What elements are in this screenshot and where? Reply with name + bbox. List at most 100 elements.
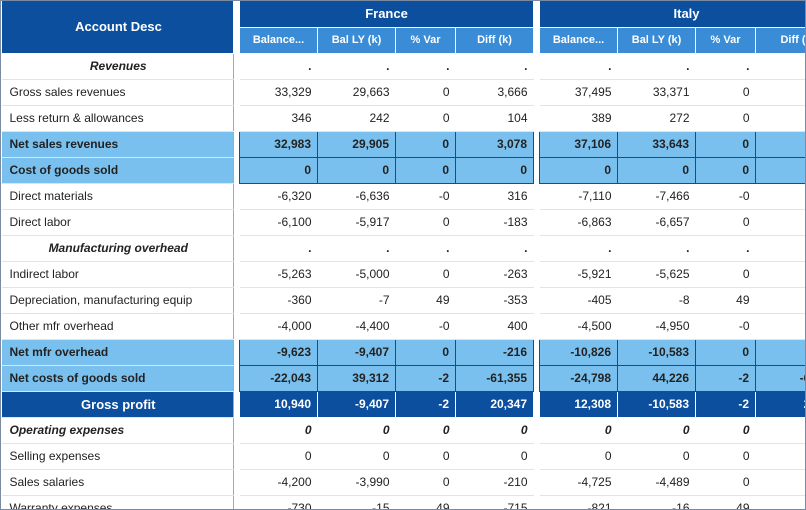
cell-value[interactable]: -0 — [396, 313, 456, 339]
col-diff[interactable]: Diff (k) — [456, 27, 534, 53]
cell-value[interactable]: -405 — [540, 287, 618, 313]
cell-value[interactable]: -0 — [696, 313, 756, 339]
cell-value[interactable]: 0 — [696, 443, 756, 469]
cell-value[interactable]: -2 — [756, 339, 806, 365]
cell-value[interactable]: -6,863 — [540, 209, 618, 235]
cell-value[interactable]: 22,8 — [756, 391, 806, 417]
header-country-france[interactable]: France — [240, 1, 534, 27]
cell-value[interactable]: -5,263 — [240, 261, 318, 287]
cell-value[interactable]: 3,078 — [456, 131, 534, 157]
account-label[interactable]: Gross profit — [2, 391, 234, 417]
cell-value[interactable]: . — [756, 235, 806, 261]
cell-value[interactable]: 0 — [318, 443, 396, 469]
cell-value[interactable]: 0 — [240, 443, 318, 469]
cell-value[interactable]: 0 — [396, 261, 456, 287]
cell-value[interactable]: -4,950 — [618, 313, 696, 339]
cell-value[interactable]: 0 — [696, 339, 756, 365]
cell-value[interactable]: 3,4 — [756, 131, 806, 157]
cell-value[interactable]: -821 — [540, 495, 618, 510]
cell-value[interactable]: 33,329 — [240, 79, 318, 105]
cell-value[interactable]: -183 — [456, 209, 534, 235]
cell-value[interactable]: 0 — [318, 417, 396, 443]
cell-value[interactable]: -4,500 — [540, 313, 618, 339]
cell-value[interactable]: -4,489 — [618, 469, 696, 495]
account-label[interactable]: Direct materials — [2, 183, 234, 209]
cell-value[interactable]: 0 — [318, 157, 396, 183]
cell-value[interactable]: 0 — [696, 209, 756, 235]
cell-value[interactable]: . — [240, 235, 318, 261]
cell-value[interactable]: -61,355 — [456, 365, 534, 391]
cell-value[interactable]: -7,110 — [540, 183, 618, 209]
cell-value[interactable]: 49 — [696, 287, 756, 313]
cell-value[interactable]: . — [696, 235, 756, 261]
cell-value[interactable]: 242 — [318, 105, 396, 131]
cell-value[interactable]: -5,917 — [318, 209, 396, 235]
cell-value[interactable]: . — [540, 235, 618, 261]
cell-value[interactable]: -6,320 — [240, 183, 318, 209]
cell-value[interactable]: 0 — [396, 131, 456, 157]
cell-value[interactable]: -69,0 — [756, 365, 806, 391]
cell-value[interactable]: 0 — [396, 157, 456, 183]
cell-value[interactable]: . — [618, 53, 696, 79]
cell-value[interactable]: -4,725 — [540, 469, 618, 495]
cell-value[interactable]: 0 — [396, 443, 456, 469]
cell-value[interactable]: -2 — [756, 209, 806, 235]
cell-value[interactable]: 33,371 — [618, 79, 696, 105]
account-label[interactable]: Net sales revenues — [2, 131, 234, 157]
cell-value[interactable]: 0 — [396, 417, 456, 443]
cell-value[interactable]: -0 — [696, 183, 756, 209]
cell-value[interactable]: 49 — [696, 495, 756, 510]
cell-value[interactable]: -6,636 — [318, 183, 396, 209]
cell-value[interactable]: 0 — [696, 105, 756, 131]
cell-value[interactable]: 10,940 — [240, 391, 318, 417]
cell-value[interactable]: -16 — [618, 495, 696, 510]
account-label[interactable]: Direct labor — [2, 209, 234, 235]
cell-value[interactable]: . — [396, 53, 456, 79]
account-label[interactable]: Cost of goods sold — [2, 157, 234, 183]
col-bal-ly[interactable]: Bal LY (k) — [318, 27, 396, 53]
cell-value[interactable]: -10,826 — [540, 339, 618, 365]
cell-value[interactable]: -730 — [240, 495, 318, 510]
cell-value[interactable]: -4,400 — [318, 313, 396, 339]
col-bal-ly[interactable]: Bal LY (k) — [618, 27, 696, 53]
cell-value[interactable]: -5,921 — [540, 261, 618, 287]
col-diff[interactable]: Diff (l — [756, 27, 806, 53]
col-balance[interactable]: Balance... — [540, 27, 618, 53]
cell-value[interactable]: -22,043 — [240, 365, 318, 391]
cell-value[interactable]: -8 — [756, 495, 806, 510]
cell-value[interactable]: 12,308 — [540, 391, 618, 417]
account-label[interactable]: Indirect labor — [2, 261, 234, 287]
cell-value[interactable]: 0 — [696, 469, 756, 495]
cell-value[interactable]: -210 — [456, 469, 534, 495]
cell-value[interactable]: -15 — [318, 495, 396, 510]
cell-value[interactable]: -4,000 — [240, 313, 318, 339]
cell-value[interactable]: -9,407 — [318, 391, 396, 417]
cell-value[interactable]: -2 — [756, 469, 806, 495]
cell-value[interactable]: . — [456, 235, 534, 261]
cell-value[interactable]: -7 — [318, 287, 396, 313]
cell-value[interactable]: -7,466 — [618, 183, 696, 209]
cell-value[interactable]: 3 — [756, 183, 806, 209]
cell-value[interactable]: . — [318, 235, 396, 261]
cell-value[interactable] — [756, 443, 806, 469]
cell-value[interactable]: 0 — [618, 443, 696, 469]
cell-value[interactable]: 49 — [396, 495, 456, 510]
cell-value[interactable]: 0 — [696, 131, 756, 157]
cell-value[interactable]: -4,200 — [240, 469, 318, 495]
cell-value[interactable]: 0 — [696, 417, 756, 443]
cell-value[interactable]: -2 — [696, 391, 756, 417]
cell-value[interactable]: 346 — [240, 105, 318, 131]
account-label[interactable]: Warranty expenses — [2, 495, 234, 510]
cell-value[interactable]: -9,623 — [240, 339, 318, 365]
cell-value[interactable]: . — [618, 235, 696, 261]
cell-value[interactable]: 0 — [540, 417, 618, 443]
cell-value[interactable]: . — [456, 53, 534, 79]
cell-value[interactable]: -5,000 — [318, 261, 396, 287]
cell-value[interactable]: -3 — [756, 287, 806, 313]
cell-value[interactable]: -24,798 — [540, 365, 618, 391]
cell-value[interactable]: 316 — [456, 183, 534, 209]
cell-value[interactable]: -2 — [696, 365, 756, 391]
cell-value[interactable]: -8 — [618, 287, 696, 313]
account-label[interactable]: Net mfr overhead — [2, 339, 234, 365]
cell-value[interactable]: 0 — [396, 209, 456, 235]
